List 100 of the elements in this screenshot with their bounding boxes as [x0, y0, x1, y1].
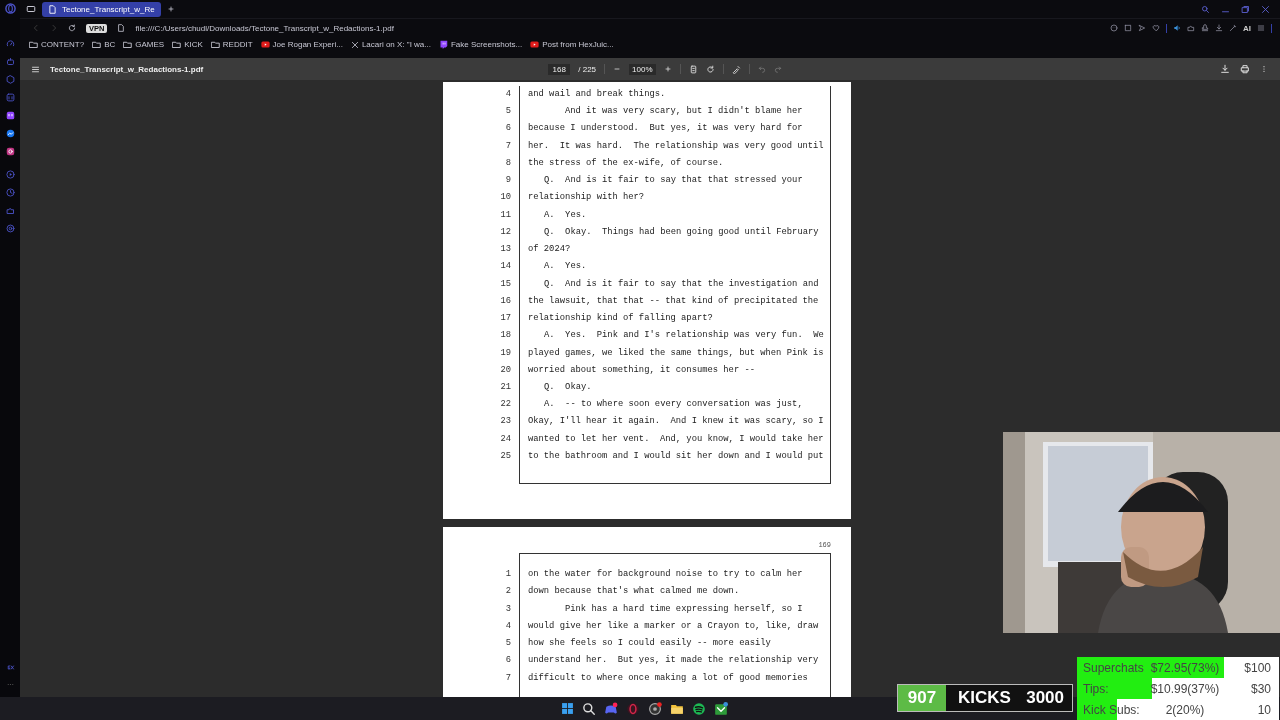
document-icon: [48, 4, 57, 14]
line-number: 6: [505, 654, 512, 668]
more-icon[interactable]: [1260, 65, 1268, 73]
transcript-line: Q. Okay.: [544, 382, 592, 392]
line-number: 19: [500, 346, 512, 360]
transcript-line: And it was very scary, but I didn't blame her: [565, 106, 803, 117]
music-icon[interactable]: [691, 701, 706, 716]
page-count: / 225: [578, 64, 597, 74]
history-icon[interactable]: [5, 188, 15, 197]
transcript-line: A. Yes.: [544, 209, 587, 220]
goal-value: 2(20%): [1164, 702, 1206, 717]
ai-button[interactable]: AI: [1243, 23, 1251, 33]
messenger-icon[interactable]: [5, 129, 15, 138]
bookmark[interactable]: Post from HexJuic...: [530, 40, 614, 49]
smiley-icon[interactable]: [1110, 24, 1118, 32]
line-number: 16: [500, 294, 512, 308]
play-icon: [530, 40, 540, 49]
restore-icon[interactable]: [1241, 4, 1250, 14]
transcript-line: difficult to where once making a lot of good memories: [528, 672, 808, 683]
chat-icon[interactable]: [5, 93, 15, 102]
bookmark[interactable]: KICK: [172, 40, 203, 49]
sliders-icon[interactable]: [1257, 24, 1265, 32]
transcript-line: Q. Okay. Things had been going good until February: [544, 226, 819, 237]
tab-islands-icon[interactable]: [26, 4, 36, 14]
line-number: 24: [500, 432, 512, 446]
speaker-icon[interactable]: [1173, 24, 1181, 32]
line-number: 20: [500, 363, 512, 377]
stream-app-icon[interactable]: [5, 111, 15, 120]
fit-page-icon[interactable]: [688, 64, 698, 74]
send-icon[interactable]: [1138, 24, 1146, 32]
transcript-line: and wail and break things.: [528, 89, 666, 99]
gx-icon[interactable]: [5, 663, 15, 672]
transcript-line: relationship with her?: [528, 192, 645, 203]
bookmark[interactable]: GAMES: [123, 40, 165, 49]
close-icon[interactable]: [1261, 4, 1270, 14]
line-number: 6: [505, 122, 512, 136]
transcript-line: played games, we liked the same things, but when Pink is: [528, 347, 824, 358]
browser-logo[interactable]: [4, 3, 16, 14]
zoom-in-icon[interactable]: [663, 65, 672, 73]
line-number: 12: [500, 225, 512, 239]
new-tab-button[interactable]: [166, 5, 175, 13]
transcript-line: Okay, I'll hear it again. And I knew it was scary, so I: [528, 416, 824, 427]
windows-icon[interactable]: [560, 702, 574, 715]
play-icon[interactable]: [5, 170, 15, 179]
transcript-line: understand her. But yes, it made the relationship very: [528, 655, 819, 666]
transcript-line: A. -- to where soon every conversation was just,: [544, 399, 803, 410]
line-number: 15: [500, 277, 512, 291]
bookmark[interactable]: CONTENT?: [29, 40, 85, 49]
address-field[interactable]: file:///C:/Users/chudl/Downloads/Tectone_Transcript_w_Redactions-1.pdf: [135, 23, 394, 33]
download-icon[interactable]: [1215, 24, 1223, 32]
line-number: 7: [505, 671, 512, 685]
goal-value: $72.95(73%): [1149, 660, 1221, 675]
stamp-icon[interactable]: [1201, 24, 1209, 32]
x-icon: [350, 40, 359, 49]
transcript-line: A. Yes. Pink and I's relationship was very fun. We: [544, 330, 824, 341]
game-bar-icon[interactable]: [713, 701, 728, 716]
print-icon[interactable]: [1240, 64, 1250, 74]
browser-tab[interactable]: Tectone_Transcript_w_Re: [42, 1, 161, 17]
kicks-count: 907: [898, 685, 946, 711]
menu-icon[interactable]: [31, 64, 40, 74]
gamepad-icon[interactable]: [603, 701, 618, 716]
line-number: 13: [500, 243, 512, 257]
transcript-line: down because that's what calmed me down.: [528, 586, 740, 597]
page-field[interactable]: 168: [548, 63, 571, 75]
line-number: 17: [500, 312, 512, 326]
zoom-out-icon[interactable]: [613, 65, 622, 73]
line-number: 21: [500, 381, 512, 394]
line-number: 4: [505, 619, 512, 633]
camera-app-icon[interactable]: [5, 147, 15, 156]
bookmark[interactable]: Lacari on X: "I wa...: [350, 40, 431, 49]
reload-icon[interactable]: [68, 24, 76, 32]
line-number: 1: [505, 568, 512, 582]
settings-icon[interactable]: [5, 224, 15, 233]
line-number: 11: [500, 208, 512, 222]
cube-icon[interactable]: [5, 75, 15, 84]
transcript-line: how she feels so I could easily -- more easily: [528, 638, 771, 649]
line-number: 18: [500, 329, 512, 343]
gauge-icon[interactable]: [5, 39, 15, 48]
bookmark[interactable]: Joe Rogan Experi...: [260, 40, 343, 49]
kicks-label: KICKS: [958, 688, 1011, 708]
bookmark[interactable]: REDDIT: [210, 40, 253, 49]
bot-icon[interactable]: [5, 57, 15, 66]
bookmark[interactable]: Fake Screenshots...: [438, 40, 523, 49]
redo-icon[interactable]: [773, 65, 782, 73]
line-number: 5: [505, 105, 512, 119]
zoom-field[interactable]: 100%: [629, 63, 656, 75]
bookmark[interactable]: BC: [92, 40, 116, 49]
undo-icon[interactable]: [757, 65, 766, 73]
line-number: 14: [500, 260, 512, 274]
rotate-icon[interactable]: [705, 64, 715, 74]
search-icon[interactable]: [581, 701, 596, 716]
record-icon[interactable]: [647, 701, 662, 716]
line-number: 8: [505, 156, 512, 170]
transcript-line: the lawsuit, that that -- that kind of precipitated the: [528, 295, 819, 306]
ring-icon[interactable]: [625, 701, 640, 716]
crop-icon[interactable]: [1124, 24, 1132, 32]
annotate-icon[interactable]: [731, 64, 741, 74]
wand-icon[interactable]: [1229, 24, 1237, 32]
goal-target: $30: [1249, 681, 1271, 696]
heart-icon[interactable]: [1152, 24, 1160, 32]
